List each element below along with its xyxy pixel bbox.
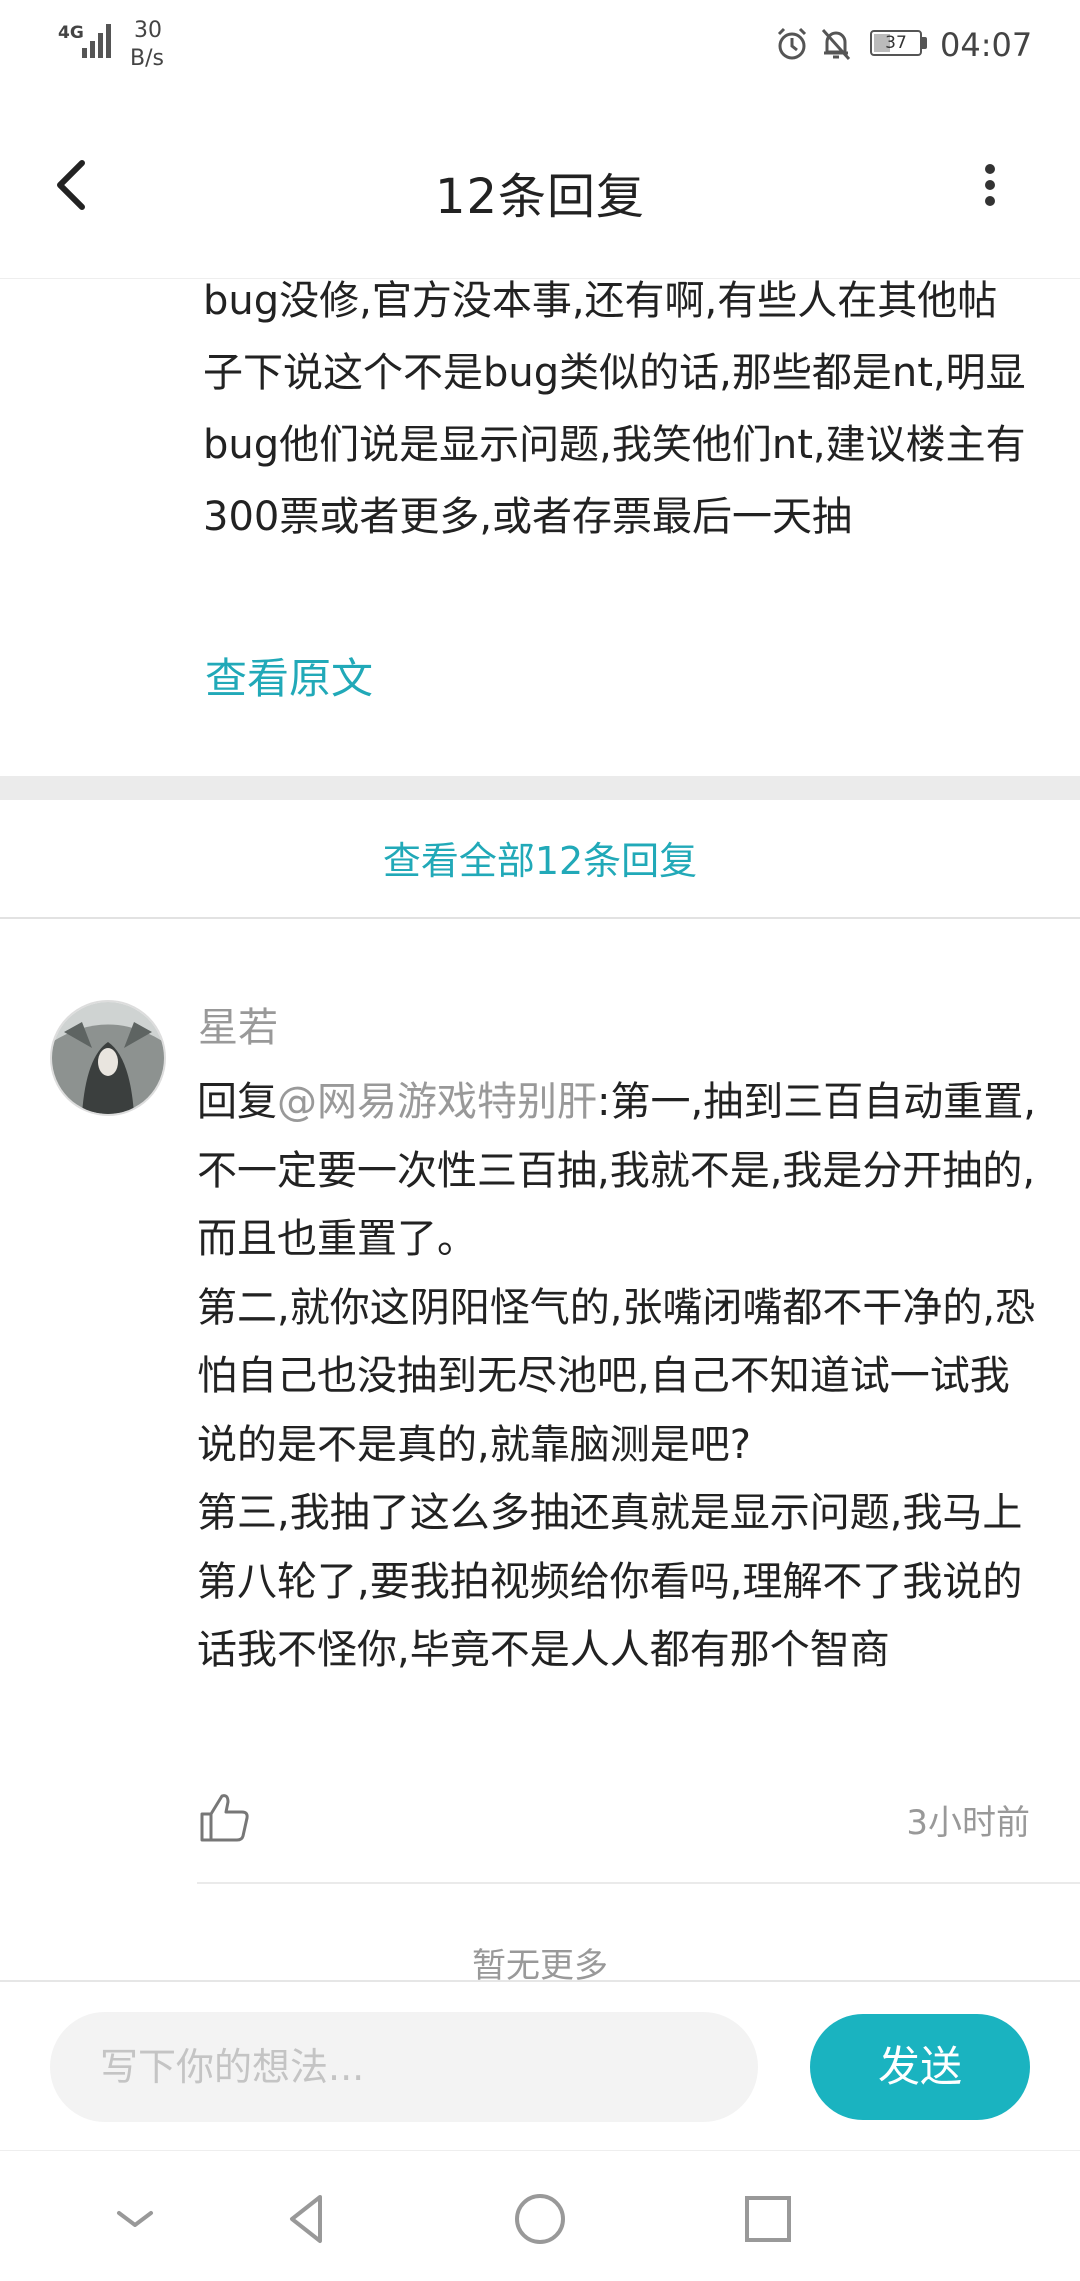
page-title: 12条回复 [434, 169, 646, 225]
alarm-icon [777, 27, 807, 60]
mention-link[interactable]: @网易游戏特别肝 [277, 1079, 597, 1125]
hide-keyboard-icon[interactable] [105, 2189, 165, 2249]
view-all-replies-link[interactable]: 查看全部12条回复 [0, 830, 1080, 885]
reply-username[interactable]: 星若 [198, 995, 278, 1053]
signal-icon [82, 24, 111, 58]
reply-text: :第一,抽到三百自动重置,不一定要一次性三百抽,我就不是,我是分开抽的,而且也重… [197, 1079, 1036, 1673]
home-circle-icon[interactable] [510, 2189, 570, 2249]
send-button[interactable]: 发送 [810, 2014, 1030, 2120]
network-speed-value: 30 [134, 18, 162, 43]
recents-square-icon[interactable] [738, 2189, 798, 2249]
divider [197, 1882, 1080, 1884]
back-triangle-icon[interactable] [280, 2189, 340, 2249]
battery-icon: 37 [870, 30, 922, 56]
comment-composer: 发送 [0, 1980, 1080, 2152]
network-type: 4G [58, 23, 84, 43]
status-time: 04:07 [940, 26, 1033, 64]
thumbs-up-icon[interactable] [196, 1790, 252, 1846]
title-bar: 12条回复 [0, 95, 1080, 279]
comment-input[interactable] [50, 2012, 758, 2122]
section-gap [0, 776, 1080, 800]
battery-cap [922, 37, 927, 49]
avatar-image [52, 1002, 164, 1114]
reply-prefix: 回复 [197, 1079, 277, 1125]
network-speed-unit: B/s [130, 46, 164, 71]
quoted-comment-text: bug没修,官方没本事,还有啊,有些人在其他帖子下说这个不是bug类似的话,那些… [203, 279, 1026, 540]
more-vertical-icon[interactable] [960, 150, 1020, 220]
divider [0, 917, 1080, 919]
quoted-comment: bug没修,官方没本事,还有啊,有些人在其他帖子下说这个不是bug类似的话,那些… [0, 279, 1080, 779]
reply-body: 回复@网易游戏特别肝:第一,抽到三百自动重置,不一定要一次性三百抽,我就不是,我… [197, 1068, 1037, 1685]
view-original-link[interactable]: 查看原文 [205, 645, 373, 706]
avatar[interactable] [50, 1000, 166, 1116]
status-bar: 4G 30 B/s 37 04:07 [0, 0, 1080, 95]
reply-time: 3小时前 [906, 1803, 1030, 1843]
bell-off-icon [821, 28, 851, 61]
system-nav-bar [0, 2150, 1080, 2281]
